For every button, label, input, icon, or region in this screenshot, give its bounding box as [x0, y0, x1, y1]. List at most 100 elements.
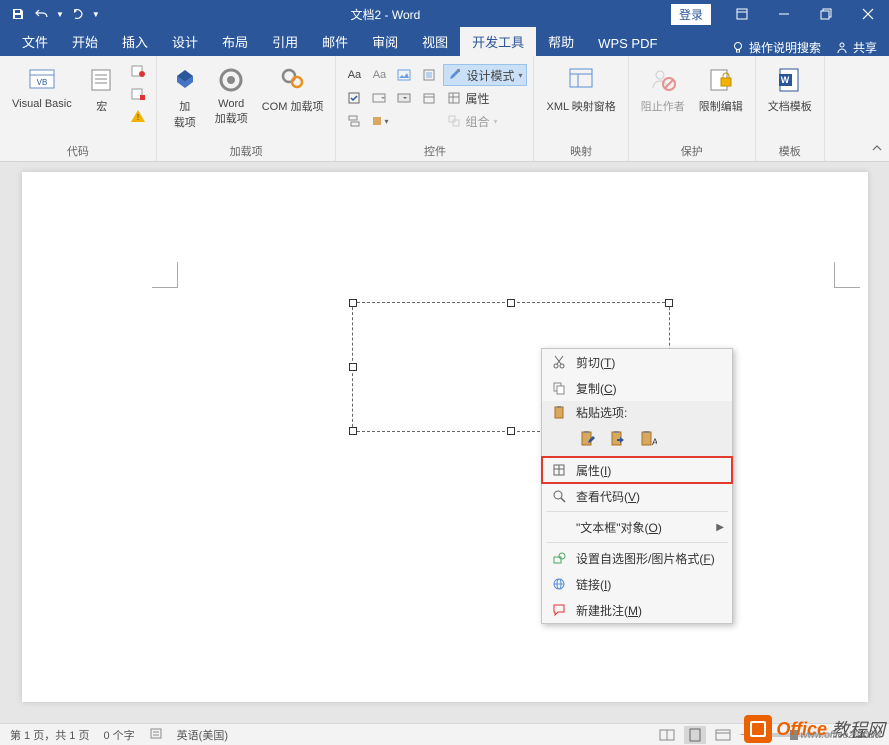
- qat-customize-icon[interactable]: ▼: [92, 10, 100, 19]
- spell-check-icon: [149, 726, 163, 740]
- group-button[interactable]: 组合 ▾: [443, 110, 527, 132]
- picture-icon: [397, 68, 411, 82]
- building-block-control-button[interactable]: [417, 64, 441, 86]
- menu-item-format-autoshape[interactable]: 设置自选图形/图片格式(F): [542, 545, 732, 571]
- chevron-up-icon: [871, 142, 883, 154]
- com-addins-button[interactable]: COM 加载项: [256, 60, 330, 116]
- tell-me-search[interactable]: 操作说明搜索: [731, 39, 821, 56]
- restrict-editing-button[interactable]: 限制编辑: [693, 60, 749, 116]
- ribbon-group-protect: 阻止作者 限制编辑 保护: [629, 56, 756, 161]
- document-page[interactable]: [22, 172, 868, 702]
- ribbon-display-options-button[interactable]: [721, 0, 763, 28]
- share-button[interactable]: 共享: [835, 39, 877, 56]
- tab-developer[interactable]: 开发工具: [460, 27, 536, 56]
- resize-handle[interactable]: [349, 363, 357, 371]
- restore-button[interactable]: [805, 0, 847, 28]
- repeating-section-icon: [347, 114, 361, 128]
- word-count-status[interactable]: 0 个字: [103, 727, 134, 743]
- resize-handle[interactable]: [349, 427, 357, 435]
- print-layout-button[interactable]: [684, 726, 706, 744]
- visual-basic-button[interactable]: VB Visual Basic: [6, 60, 78, 112]
- svg-text:W: W: [781, 75, 790, 85]
- save-button[interactable]: [8, 4, 28, 24]
- tab-layout[interactable]: 布局: [210, 27, 260, 56]
- addins-button[interactable]: 加 载项: [163, 60, 207, 132]
- word-addins-button[interactable]: Word 加载项: [209, 60, 254, 128]
- group-label-template: 模板: [762, 141, 818, 161]
- paste-merge-formatting-button[interactable]: [606, 427, 630, 451]
- tab-review[interactable]: 审阅: [360, 27, 410, 56]
- properties-button[interactable]: 属性: [443, 87, 527, 109]
- paste-text-only-button[interactable]: A: [636, 427, 660, 451]
- rich-text-control-button[interactable]: Aa: [342, 64, 366, 86]
- menu-item-properties[interactable]: 属性(I): [542, 457, 732, 483]
- menu-label: 新建批注(M): [576, 602, 724, 619]
- ribbon-tab-bar: 文件 开始 插入 设计 布局 引用 邮件 审阅 视图 开发工具 帮助 WPS P…: [0, 28, 889, 56]
- tab-references[interactable]: 引用: [260, 27, 310, 56]
- xml-mapping-pane-button[interactable]: XML 映射窗格: [540, 60, 621, 116]
- document-area: [0, 162, 889, 723]
- menu-item-copy[interactable]: 复制(C): [542, 375, 732, 401]
- menu-item-cut[interactable]: 剪切(T): [542, 349, 732, 375]
- macro-security-icon: !: [130, 109, 146, 125]
- visual-basic-icon: VB: [26, 64, 58, 96]
- plain-text-icon: Aa: [373, 69, 386, 81]
- page-number-status[interactable]: 第 1 页，共 1 页: [10, 727, 89, 743]
- dropdown-control-button[interactable]: [392, 87, 416, 109]
- tab-view[interactable]: 视图: [410, 27, 460, 56]
- menu-item-textbox-object[interactable]: "文本框"对象(O) ▶: [542, 514, 732, 540]
- legacy-tools-button[interactable]: ▾: [367, 110, 391, 132]
- spell-check-status[interactable]: [149, 726, 163, 743]
- design-mode-button[interactable]: 设计模式 ▾: [443, 64, 527, 86]
- macros-button[interactable]: 宏: [80, 60, 124, 116]
- login-button[interactable]: 登录: [671, 4, 711, 25]
- block-authors-button[interactable]: 阻止作者: [635, 60, 691, 116]
- tab-wps-pdf[interactable]: WPS PDF: [586, 31, 669, 56]
- picture-control-button[interactable]: [392, 64, 416, 86]
- macros-icon: [86, 64, 118, 96]
- repeating-section-control-button[interactable]: [342, 110, 366, 132]
- checkbox-control-button[interactable]: [342, 87, 366, 109]
- tab-mailings[interactable]: 邮件: [310, 27, 360, 56]
- menu-label: 粘贴选项:: [576, 404, 724, 421]
- read-mode-button[interactable]: [656, 726, 678, 744]
- tab-file[interactable]: 文件: [10, 27, 60, 56]
- ribbon: VB Visual Basic 宏 !: [0, 56, 889, 162]
- menu-item-new-comment[interactable]: 新建批注(M): [542, 597, 732, 623]
- collapse-ribbon-button[interactable]: [871, 142, 883, 157]
- copy-icon: [550, 379, 568, 397]
- undo-dropdown-icon[interactable]: ▼: [56, 10, 64, 19]
- redo-button[interactable]: [68, 4, 88, 24]
- pause-recording-button[interactable]: [126, 83, 150, 105]
- web-layout-button[interactable]: [712, 726, 734, 744]
- tab-home[interactable]: 开始: [60, 27, 110, 56]
- tab-help[interactable]: 帮助: [536, 27, 586, 56]
- date-picker-icon: [422, 91, 436, 105]
- tab-design[interactable]: 设计: [160, 27, 210, 56]
- plain-text-control-button[interactable]: Aa: [367, 64, 391, 86]
- combobox-control-button[interactable]: [367, 87, 391, 109]
- resize-handle[interactable]: [507, 427, 515, 435]
- resize-handle[interactable]: [507, 299, 515, 307]
- document-template-button[interactable]: W 文档模板: [762, 60, 818, 116]
- tab-insert[interactable]: 插入: [110, 27, 160, 56]
- minimize-button[interactable]: [763, 0, 805, 28]
- group-icon: [447, 114, 461, 128]
- close-button[interactable]: [847, 0, 889, 28]
- macro-security-button[interactable]: !: [126, 106, 150, 128]
- date-picker-control-button[interactable]: [417, 87, 441, 109]
- design-mode-icon: [448, 68, 462, 82]
- undo-button[interactable]: [32, 4, 52, 24]
- resize-handle[interactable]: [349, 299, 357, 307]
- new-comment-icon: [550, 601, 568, 619]
- clipboard-brush-icon: [579, 430, 597, 448]
- format-shape-icon: [550, 549, 568, 567]
- record-macro-button[interactable]: [126, 60, 150, 82]
- menu-item-view-code[interactable]: 查看代码(V): [542, 483, 732, 509]
- resize-handle[interactable]: [665, 299, 673, 307]
- menu-item-link[interactable]: 链接(I): [542, 571, 732, 597]
- paste-keep-source-button[interactable]: [576, 427, 600, 451]
- ribbon-group-mapping: XML 映射窗格 映射: [534, 56, 628, 161]
- menu-label: 剪切(T): [576, 354, 724, 371]
- language-status[interactable]: 英语(美国): [177, 727, 228, 743]
